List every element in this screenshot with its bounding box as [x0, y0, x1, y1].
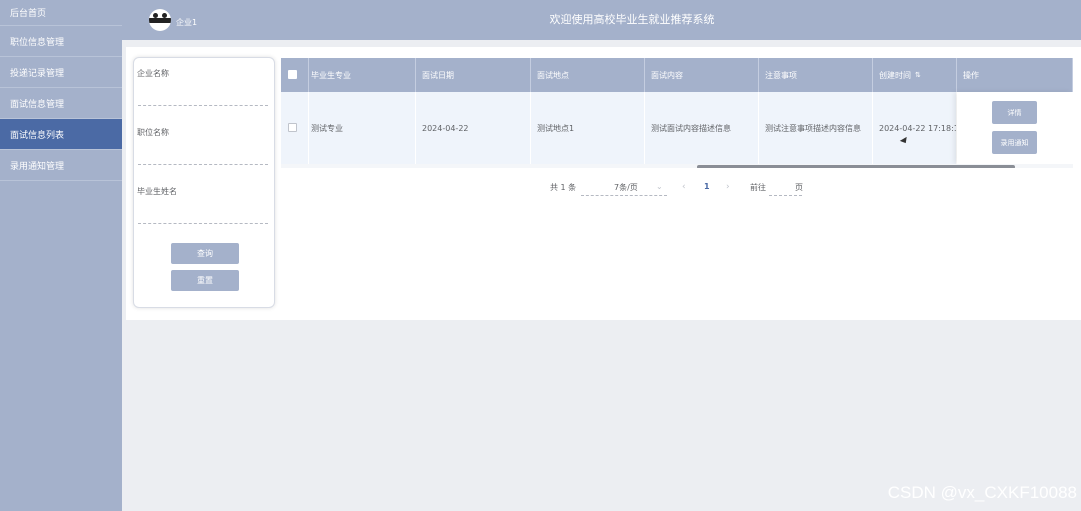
page-size-underline	[581, 195, 667, 196]
main-content: 企业名称 职位名称 毕业生姓名 查询 重置 毕业生专业 面试日期 面试地点 面试…	[126, 47, 1081, 320]
current-page[interactable]: 1	[704, 182, 710, 191]
column-header-notes[interactable]: 注意事项	[759, 58, 873, 92]
pagination-total: 共 1 条	[550, 183, 577, 192]
column-header-actions: 操作	[957, 58, 1073, 92]
offer-notice-button[interactable]: 录用通知	[992, 131, 1037, 154]
sidebar: 后台首页 职位信息管理 投递记录管理 面试信息管理 面试信息列表 录用通知管理	[0, 0, 122, 511]
detail-button[interactable]: 详情	[992, 101, 1037, 124]
chevron-down-icon[interactable]: ⌄	[656, 182, 663, 191]
graduate-name-label: 毕业生姓名	[137, 187, 177, 196]
sort-icon[interactable]: ⇅	[915, 71, 921, 79]
job-name-label: 职位名称	[137, 128, 169, 137]
search-panel: 企业名称 职位名称 毕业生姓名 查询 重置	[133, 57, 275, 308]
page-unit-label: 页	[795, 183, 803, 192]
goto-label: 前往	[750, 183, 766, 192]
page-size-select[interactable]: 7条/页	[614, 182, 638, 193]
cell-notes: 测试注意事项描述内容信息	[759, 92, 873, 164]
cell-major: 测试专业	[309, 92, 416, 164]
company-name-label: 企业名称	[137, 69, 169, 78]
job-name-input[interactable]	[138, 164, 268, 165]
cell-content: 测试面试内容描述信息	[645, 92, 759, 164]
column-header-date[interactable]: 面试日期	[416, 58, 531, 92]
company-name-input[interactable]	[138, 105, 268, 106]
horizontal-scrollbar[interactable]	[697, 165, 1015, 168]
table-row: 测试专业 2024-04-22 测试地点1 测试面试内容描述信息 测试注意事项描…	[281, 92, 1073, 164]
sidebar-item-interview-list[interactable]: 面试信息列表	[0, 119, 122, 150]
sidebar-item-label: 投递记录管理	[10, 68, 65, 79]
column-header-major[interactable]: 毕业生专业	[309, 58, 416, 92]
sidebar-item-label: 面试信息列表	[10, 130, 65, 141]
column-header-content[interactable]: 面试内容	[645, 58, 759, 92]
top-header: 企业1 欢迎使用高校毕业生就业推荐系统	[122, 0, 1081, 40]
cell-date: 2024-04-22	[416, 92, 531, 164]
sidebar-item-label: 职位信息管理	[10, 37, 65, 48]
next-page-icon[interactable]: ›	[726, 182, 730, 192]
interview-table: 毕业生专业 面试日期 面试地点 面试内容 注意事项 创建时间 ⇅ 操作 测试专业…	[281, 58, 1073, 168]
row-checkbox[interactable]	[288, 123, 297, 132]
select-all-checkbox[interactable]	[288, 70, 297, 79]
select-all-cell	[281, 58, 309, 92]
sidebar-item-job-management[interactable]: 职位信息管理	[0, 26, 122, 57]
prev-page-icon[interactable]: ‹	[682, 182, 686, 192]
watermark: CSDN @vx_CXKF10088	[887, 483, 1077, 502]
graduate-name-input[interactable]	[138, 223, 268, 224]
cell-actions: 详情 录用通知	[957, 92, 1073, 164]
query-button[interactable]: 查询	[171, 243, 239, 264]
column-header-created-label: 创建时间	[879, 70, 911, 80]
sidebar-item-home[interactable]: 后台首页	[0, 0, 122, 26]
reset-button[interactable]: 重置	[171, 270, 239, 291]
sidebar-item-interview-management[interactable]: 面试信息管理	[0, 88, 122, 119]
row-select-cell	[281, 92, 309, 164]
sidebar-item-offer-management[interactable]: 录用通知管理	[0, 150, 122, 181]
cell-created: 2024-04-22 17:18:12	[873, 92, 957, 164]
cell-place: 测试地点1	[531, 92, 645, 164]
goto-page-input[interactable]	[769, 195, 802, 196]
sidebar-item-label: 录用通知管理	[10, 161, 65, 172]
sidebar-item-label: 后台首页	[10, 9, 47, 19]
sidebar-item-delivery-records[interactable]: 投递记录管理	[0, 57, 122, 88]
column-header-created[interactable]: 创建时间 ⇅	[873, 58, 957, 92]
column-header-place[interactable]: 面试地点	[531, 58, 645, 92]
table-header: 毕业生专业 面试日期 面试地点 面试内容 注意事项 创建时间 ⇅ 操作	[281, 58, 1073, 92]
page-title: 欢迎使用高校毕业生就业推荐系统	[549, 13, 715, 26]
sidebar-item-label: 面试信息管理	[10, 99, 65, 110]
